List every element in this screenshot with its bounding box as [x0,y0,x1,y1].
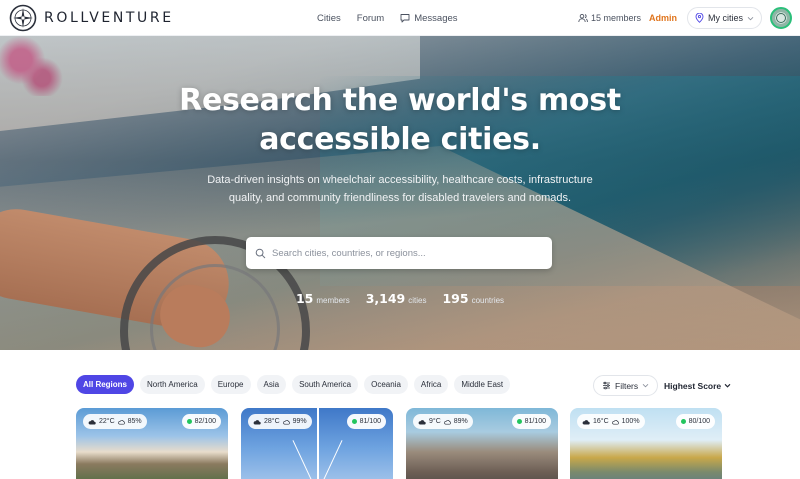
users-icon [578,13,588,23]
map-pin-icon [695,13,704,23]
avatar-emblem [776,13,786,23]
region-chip-africa[interactable]: Africa [413,375,449,394]
city-card[interactable]: 28°C 99% 81/100 [241,408,393,479]
humidity: 85% [127,418,142,425]
humidity-icon [117,419,125,424]
admin-link[interactable]: Admin [649,13,677,23]
nav-cities[interactable]: Cities [317,13,341,24]
cloud-icon [418,419,426,424]
city-card[interactable]: 16°C 100% 80/100 [570,408,722,479]
cloud-icon [253,419,261,424]
humidity-icon [444,419,451,424]
hero-title-line1: Research the world's most [179,83,621,118]
region-chip-asia[interactable]: Asia [256,375,287,394]
bridge-cable [317,408,319,479]
weather-badge: 22°C 85% [83,414,147,429]
stat-value: 3,149 [365,291,406,306]
nav-messages[interactable]: Messages [400,12,458,24]
filters-label: Filters [615,380,639,391]
compass-logo-icon [9,4,37,32]
chevron-down-icon [642,383,649,388]
stat-label: cities [408,296,427,305]
temperature: 28°C [264,418,280,425]
score: 81/100 [524,418,546,425]
region-chip-europe[interactable]: Europe [210,375,251,394]
weather-badge: 9°C 89% [413,414,473,429]
my-cities-dropdown[interactable]: My cities [686,7,762,29]
temperature: 9°C [429,418,441,425]
region-chip-all[interactable]: All Regions [76,375,135,394]
message-icon [400,14,410,23]
members-count[interactable]: 15 members [578,13,641,23]
cloud-icon [582,419,590,424]
temperature: 16°C [593,418,609,425]
humidity-icon [282,419,290,424]
search-icon [255,248,266,258]
nav-forum[interactable]: Forum [357,13,384,24]
humidity: 89% [453,418,468,425]
sort-label: Highest Score [664,380,722,391]
bridge-cable [292,440,315,479]
hero-title: Research the world's most accessible cit… [0,81,800,159]
chevron-down-icon [747,16,754,20]
cloud-icon [88,419,96,424]
filters-button[interactable]: Filters [593,375,659,396]
score: 81/100 [359,418,381,425]
stat-cities: 3,149 cities [366,291,427,306]
temperature: 22°C [99,418,115,425]
score-dot [516,419,522,424]
stat-value: 15 [295,291,314,306]
sort-dropdown[interactable]: Highest Score [664,375,731,396]
primary-nav: Cities Forum Messages [317,0,458,36]
score: 80/100 [688,418,710,425]
score-dot [186,419,192,424]
hero-subtitle: Data-driven insights on wheelchair acces… [207,174,593,204]
score-badge: 81/100 [511,414,551,429]
nav-right: 15 members Admin My cities [578,0,792,36]
bridge-cable [320,440,343,479]
chevron-down-icon [724,383,731,388]
score: 82/100 [194,418,216,425]
region-filters: All Regions North America Europe Asia So… [76,375,511,394]
weather-badge: 16°C 100% [577,414,645,429]
region-chip-oceania[interactable]: Oceania [364,375,408,394]
score-dot [351,419,357,424]
score-badge: 82/100 [181,414,221,429]
members-label: 15 members [590,13,641,23]
stat-members: 15 members [296,291,350,306]
city-card[interactable]: 22°C 85% 82/100 [76,408,228,479]
region-chip-middle-east[interactable]: Middle East [454,375,511,394]
humidity: 99% [292,418,307,425]
logo[interactable]: ROLLVENTURE [9,4,174,32]
avatar[interactable] [770,7,792,29]
score-dot [680,419,686,424]
top-nav: ROLLVENTURE Cities Forum Messages 15 mem… [0,0,800,36]
stat-countries: 195 countries [442,291,504,306]
hero-stats: 15 members 3,149 cities 195 countries [0,291,800,306]
nav-messages-label: Messages [414,12,458,24]
my-cities-label: My cities [707,13,743,23]
hero-title-line2: accessible cities. [259,122,541,157]
humidity: 100% [621,418,640,425]
humidity-icon [611,419,619,424]
region-chip-north-america[interactable]: North America [140,375,205,394]
region-chip-south-america[interactable]: South America [292,375,359,394]
stat-label: members [316,296,350,305]
city-card[interactable]: 9°C 89% 81/100 [406,408,558,479]
search-input[interactable] [272,247,542,259]
hero: Research the world's most accessible cit… [0,36,800,350]
sliders-icon [603,381,610,390]
stat-value: 195 [442,291,469,306]
weather-badge: 28°C 99% [248,414,312,429]
search-box [246,237,552,269]
score-badge: 80/100 [675,414,715,429]
score-badge: 81/100 [346,414,386,429]
stat-label: countries [471,296,505,305]
brand-name: ROLLVENTURE [44,10,174,26]
